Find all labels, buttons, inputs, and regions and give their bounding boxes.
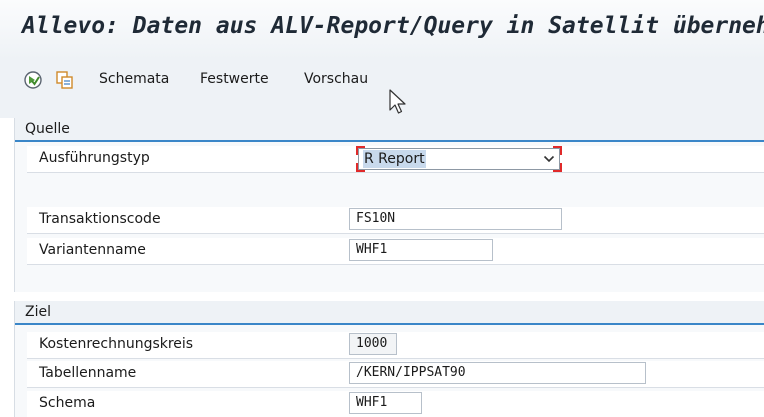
application-toolbar: Schemata Festwerte Vorschau <box>0 60 764 118</box>
required-marker-tl <box>356 146 365 155</box>
variantenname-label: Variantenname <box>39 242 146 258</box>
tabellenname-row: Tabellenname /KERN/IPPSAT90 <box>27 361 764 388</box>
variantenname-input[interactable]: WHF1 <box>349 239 493 261</box>
schema-row: Schema WHF1 <box>27 391 764 417</box>
ausfuehrungstyp-label: Ausführungstyp <box>39 150 150 166</box>
required-marker-tr <box>553 146 562 155</box>
festwerte-button[interactable]: Festwerte <box>200 71 269 87</box>
execute-icon[interactable] <box>22 69 44 91</box>
transaktionscode-input[interactable]: FS10N <box>349 208 562 230</box>
ziel-header: Ziel <box>15 301 764 325</box>
ziel-group: Ziel Kostenrechnungskreis 1000 Tabellenn… <box>14 301 764 417</box>
vorschau-button[interactable]: Vorschau <box>304 71 368 87</box>
quelle-header: Quelle <box>15 118 764 142</box>
ausfuehrungstyp-value: R Report <box>363 150 426 168</box>
title-bar: Allevo: Daten aus ALV-Report/Query in Sa… <box>0 0 764 60</box>
transaktionscode-row: Transaktionscode FS10N <box>27 207 764 234</box>
schemata-button[interactable]: Schemata <box>99 71 169 87</box>
required-marker-bl <box>356 163 365 172</box>
ausfuehrungstyp-row: Ausführungstyp R Report <box>27 146 764 173</box>
ausfuehrungstyp-select[interactable]: R Report <box>356 146 562 172</box>
page-title: Allevo: Daten aus ALV-Report/Query in Sa… <box>22 13 764 39</box>
kostenrechnungskreis-field: 1000 <box>349 333 397 355</box>
kostenrechnungskreis-row: Kostenrechnungskreis 1000 <box>27 332 764 359</box>
required-marker-br <box>553 163 562 172</box>
schema-input[interactable]: WHF1 <box>349 392 422 414</box>
copy-icon[interactable] <box>54 69 76 91</box>
mouse-cursor-icon <box>388 88 408 116</box>
schema-label: Schema <box>39 395 96 411</box>
tabellenname-input[interactable]: /KERN/IPPSAT90 <box>349 362 646 384</box>
quelle-group: Quelle Ausführungstyp R Report Transakti… <box>14 118 764 292</box>
variantenname-row: Variantenname WHF1 <box>27 238 764 265</box>
sap-screen: Allevo: Daten aus ALV-Report/Query in Sa… <box>0 0 764 417</box>
tabellenname-label: Tabellenname <box>39 365 137 381</box>
kostenrechnungskreis-label: Kostenrechnungskreis <box>39 336 194 352</box>
transaktionscode-label: Transaktionscode <box>39 211 161 227</box>
